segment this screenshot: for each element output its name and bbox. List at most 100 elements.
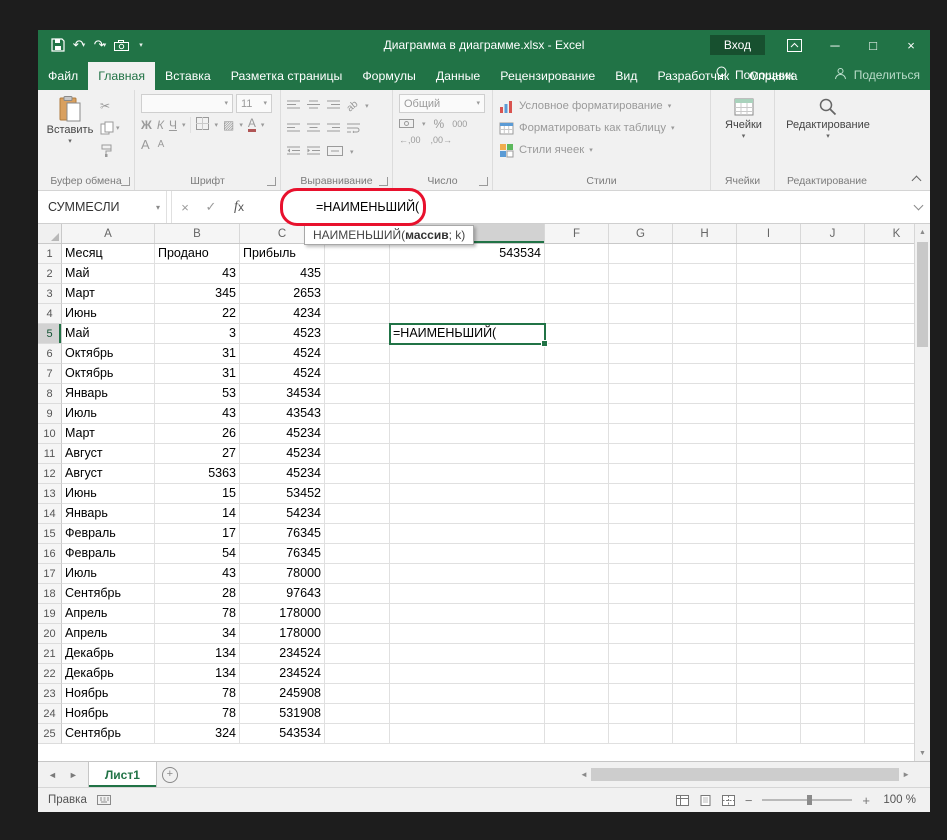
number-dialog-launcher-icon[interactable] xyxy=(479,177,488,186)
cell-B6[interactable]: 31 xyxy=(155,344,240,364)
cell-J8[interactable] xyxy=(801,384,865,404)
cell-E11[interactable] xyxy=(390,444,545,464)
row-header-4[interactable]: 4 xyxy=(38,304,62,324)
increase-decimal-icon[interactable]: ←,00 xyxy=(399,135,421,145)
cell-A15[interactable]: Февраль xyxy=(62,524,155,544)
align-bottom-icon[interactable] xyxy=(327,97,340,115)
cell-H20[interactable] xyxy=(673,624,737,644)
cell-A20[interactable]: Апрель xyxy=(62,624,155,644)
tab-Вставка[interactable]: Вставка xyxy=(155,62,221,90)
cell-D24[interactable] xyxy=(325,704,390,724)
cell-I6[interactable] xyxy=(737,344,801,364)
number-format-select[interactable]: Общий▾ xyxy=(399,94,485,113)
cell-J20[interactable] xyxy=(801,624,865,644)
cell-B25[interactable]: 324 xyxy=(155,724,240,744)
cell-H10[interactable] xyxy=(673,424,737,444)
cell-E9[interactable] xyxy=(390,404,545,424)
cell-C10[interactable]: 45234 xyxy=(240,424,325,444)
increase-indent-icon[interactable] xyxy=(307,143,320,161)
insert-function-button[interactable]: fx xyxy=(224,191,254,223)
cell-E2[interactable] xyxy=(390,264,545,284)
conditional-formatting-button[interactable]: Условное форматирование▾ xyxy=(499,96,706,116)
cell-G21[interactable] xyxy=(609,644,673,664)
cell-E20[interactable] xyxy=(390,624,545,644)
cell-A7[interactable]: Октябрь xyxy=(62,364,155,384)
cell-D25[interactable] xyxy=(325,724,390,744)
cell-E8[interactable] xyxy=(390,384,545,404)
cell-H21[interactable] xyxy=(673,644,737,664)
cell-D18[interactable] xyxy=(325,584,390,604)
font-size-select[interactable]: 11▾ xyxy=(236,94,272,113)
cell-E6[interactable] xyxy=(390,344,545,364)
cell-C20[interactable]: 178000 xyxy=(240,624,325,644)
row-header-3[interactable]: 3 xyxy=(38,284,62,304)
share-button[interactable]: Поделиться xyxy=(854,68,920,82)
enter-button[interactable]: ✓ xyxy=(198,191,224,223)
cell-J22[interactable] xyxy=(801,664,865,684)
cell-J12[interactable] xyxy=(801,464,865,484)
sheet-tab-list1[interactable]: Лист1 xyxy=(88,762,157,787)
cell-I2[interactable] xyxy=(737,264,801,284)
cell-F14[interactable] xyxy=(545,504,609,524)
align-right-icon[interactable] xyxy=(327,120,340,138)
cell-A10[interactable]: Март xyxy=(62,424,155,444)
cell-E21[interactable] xyxy=(390,644,545,664)
align-center-icon[interactable] xyxy=(307,120,320,138)
align-left-icon[interactable] xyxy=(287,120,300,138)
sheet-nav-right-icon[interactable]: ► xyxy=(69,770,78,780)
cell-I22[interactable] xyxy=(737,664,801,684)
cell-F2[interactable] xyxy=(545,264,609,284)
row-header-18[interactable]: 18 xyxy=(38,584,62,604)
cell-I23[interactable] xyxy=(737,684,801,704)
cell-H3[interactable] xyxy=(673,284,737,304)
cell-E12[interactable] xyxy=(390,464,545,484)
cell-J9[interactable] xyxy=(801,404,865,424)
cell-C18[interactable]: 97643 xyxy=(240,584,325,604)
row-header-8[interactable]: 8 xyxy=(38,384,62,404)
row-header-7[interactable]: 7 xyxy=(38,364,62,384)
cell-G20[interactable] xyxy=(609,624,673,644)
cell-J10[interactable] xyxy=(801,424,865,444)
vertical-scrollbar[interactable]: ▲ ▼ xyxy=(914,224,930,761)
cell-A9[interactable]: Июль xyxy=(62,404,155,424)
cell-G8[interactable] xyxy=(609,384,673,404)
name-box[interactable]: СУММЕСЛИ ▾ xyxy=(38,191,167,223)
cell-D19[interactable] xyxy=(325,604,390,624)
wrap-text-icon[interactable] xyxy=(347,120,360,138)
copy-button[interactable]: ▾ xyxy=(100,119,120,137)
cell-I19[interactable] xyxy=(737,604,801,624)
undo-icon[interactable]: ↶▾ xyxy=(69,33,89,57)
cell-C4[interactable]: 4234 xyxy=(240,304,325,324)
cell-A16[interactable]: Февраль xyxy=(62,544,155,564)
cell-D11[interactable] xyxy=(325,444,390,464)
cell-E3[interactable] xyxy=(390,284,545,304)
cell-C23[interactable]: 245908 xyxy=(240,684,325,704)
cell-F11[interactable] xyxy=(545,444,609,464)
font-dialog-launcher-icon[interactable] xyxy=(267,177,276,186)
column-header-B[interactable]: B xyxy=(155,224,240,243)
cancel-button[interactable]: × xyxy=(172,191,198,223)
cell-I3[interactable] xyxy=(737,284,801,304)
cell-I14[interactable] xyxy=(737,504,801,524)
font-color-icon[interactable]: А xyxy=(248,118,256,132)
cell-G23[interactable] xyxy=(609,684,673,704)
cell-B20[interactable]: 34 xyxy=(155,624,240,644)
zoom-out-icon[interactable]: − xyxy=(745,793,753,808)
cell-E15[interactable] xyxy=(390,524,545,544)
cell-G15[interactable] xyxy=(609,524,673,544)
row-header-2[interactable]: 2 xyxy=(38,264,62,284)
cell-D22[interactable] xyxy=(325,664,390,684)
cell-J24[interactable] xyxy=(801,704,865,724)
tab-Главная[interactable]: Главная xyxy=(88,62,155,90)
formula-bar-expand-icon[interactable] xyxy=(906,191,930,223)
cell-B16[interactable]: 54 xyxy=(155,544,240,564)
cell-J16[interactable] xyxy=(801,544,865,564)
underline-button[interactable]: Ч xyxy=(169,118,177,132)
row-header-12[interactable]: 12 xyxy=(38,464,62,484)
cell-G3[interactable] xyxy=(609,284,673,304)
cell-H11[interactable] xyxy=(673,444,737,464)
cell-J4[interactable] xyxy=(801,304,865,324)
cell-E7[interactable] xyxy=(390,364,545,384)
cell-A24[interactable]: Ноябрь xyxy=(62,704,155,724)
redo-icon[interactable]: ↷▾ xyxy=(90,33,110,57)
